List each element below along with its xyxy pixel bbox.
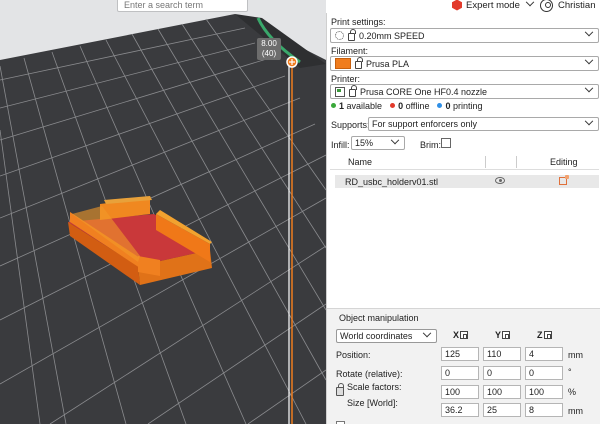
search-input[interactable]: Enter a search term xyxy=(117,0,248,12)
brim-checkbox[interactable] xyxy=(441,138,451,148)
eye-icon[interactable] xyxy=(495,177,505,184)
rotate-unit: ° xyxy=(568,367,572,377)
scale-z-input[interactable]: 100 xyxy=(525,385,563,399)
infill-value: 15% xyxy=(355,138,374,148)
object-manipulation-panel: Object manipulation World coordinates X … xyxy=(327,308,600,424)
supports-value: For support enforcers only xyxy=(372,119,478,129)
scale-x-input[interactable]: 100 xyxy=(441,385,479,399)
rotate-label: Rotate (relative): xyxy=(336,369,403,379)
object-manipulation-title: Object manipulation xyxy=(339,313,419,323)
print-bed[interactable] xyxy=(0,0,326,424)
position-z-input[interactable]: 4 xyxy=(525,347,563,361)
chevron-down-icon xyxy=(390,135,400,145)
size-z-input[interactable]: 8 xyxy=(525,403,563,417)
layer-height-label: 8.00 (40) xyxy=(257,38,281,60)
axis-z-icon xyxy=(543,331,552,339)
user-name: Christian xyxy=(558,0,596,11)
infill-label: Infill: xyxy=(331,140,350,150)
chevron-down-icon xyxy=(584,55,594,65)
gear-icon xyxy=(335,31,344,40)
axis-z-label: Z xyxy=(537,330,552,340)
lock-scale-icon[interactable] xyxy=(336,383,344,396)
layer-height-value: 8.00 xyxy=(261,39,277,48)
status-dot-icon xyxy=(331,103,336,108)
status-available: 1 available xyxy=(331,101,382,111)
rotate-x-input[interactable]: 0 xyxy=(441,366,479,380)
status-offline: 0 offline xyxy=(390,101,429,111)
3d-viewport[interactable]: Enter a search term 8.00 (40) xyxy=(0,0,326,424)
scale-unit: % xyxy=(568,387,577,397)
lock-icon xyxy=(349,85,357,97)
filament-value: Prusa PLA xyxy=(366,58,410,69)
object-list-row[interactable]: RD_usbc_holderv01.stl xyxy=(335,175,599,188)
column-name-header[interactable]: Name xyxy=(348,157,372,167)
print-settings-combo[interactable]: 0.20mm SPEED xyxy=(330,27,599,43)
column-editing-header[interactable]: Editing xyxy=(550,157,578,167)
edit-settings-icon[interactable] xyxy=(559,175,569,185)
mode-menu[interactable]: Expert mode xyxy=(452,0,535,12)
user-menu[interactable]: Christian xyxy=(540,0,596,12)
hexagon-icon xyxy=(452,0,462,11)
size-label: Size [World]: xyxy=(347,398,398,408)
printer-icon xyxy=(335,86,345,97)
object-list xyxy=(330,171,599,307)
settings-sidebar: Print settings: 0.20mm SPEED Filament: P… xyxy=(326,13,600,424)
rotate-y-input[interactable]: 0 xyxy=(483,366,521,380)
position-x-input[interactable]: 125 xyxy=(441,347,479,361)
brim-label: Brim: xyxy=(420,140,441,150)
position-y-input[interactable]: 110 xyxy=(483,347,521,361)
object-list-header: Name Editing xyxy=(330,154,599,170)
infill-combo[interactable]: 15% xyxy=(351,135,405,150)
axis-x-label: X xyxy=(453,330,469,340)
coordinate-system-value: World coordinates xyxy=(340,331,413,341)
status-dot-icon xyxy=(437,103,443,108)
filament-color-swatch[interactable] xyxy=(335,58,351,69)
printer-combo[interactable]: Prusa CORE One HF0.4 nozzle xyxy=(330,83,599,99)
layer-number-value: (40) xyxy=(261,49,277,58)
position-unit: mm xyxy=(568,350,583,360)
print-settings-label: Print settings: xyxy=(331,17,386,27)
chevron-down-icon xyxy=(584,27,594,37)
chevron-down-icon xyxy=(525,0,535,7)
chevron-down-icon xyxy=(584,116,594,126)
chevron-down-icon xyxy=(584,83,594,93)
printer-label: Printer: xyxy=(331,74,361,84)
position-label: Position: xyxy=(336,350,371,360)
status-printing: 0 printing xyxy=(437,101,483,111)
lock-icon xyxy=(355,57,363,69)
lock-icon xyxy=(348,29,356,41)
axis-x-icon xyxy=(460,331,469,339)
filament-label: Filament: xyxy=(331,46,369,56)
axis-y-icon xyxy=(502,331,511,339)
object-name: RD_usbc_holderv01.stl xyxy=(345,177,439,187)
printer-status-row: 1 available 0 offline 0 printing xyxy=(331,101,483,111)
axis-y-label: Y xyxy=(495,330,511,340)
filament-combo[interactable]: Prusa PLA xyxy=(330,55,599,71)
scale-y-input[interactable]: 100 xyxy=(483,385,521,399)
user-icon xyxy=(540,0,553,12)
scale-label: Scale factors: xyxy=(347,382,402,392)
mode-label: Expert mode xyxy=(466,0,520,11)
supports-combo[interactable]: For support enforcers only xyxy=(368,116,599,131)
rotate-z-input[interactable]: 0 xyxy=(525,366,563,380)
size-unit: mm xyxy=(568,406,583,416)
chevron-down-icon xyxy=(422,328,432,338)
size-y-input[interactable]: 25 xyxy=(483,403,521,417)
status-dot-icon xyxy=(390,103,396,108)
coordinate-system-combo[interactable]: World coordinates xyxy=(336,328,437,343)
print-settings-value: 0.20mm SPEED xyxy=(359,30,425,41)
supports-label: Supports: xyxy=(331,120,370,130)
size-x-input[interactable]: 36.2 xyxy=(441,403,479,417)
printer-value: Prusa CORE One HF0.4 nozzle xyxy=(360,86,488,97)
